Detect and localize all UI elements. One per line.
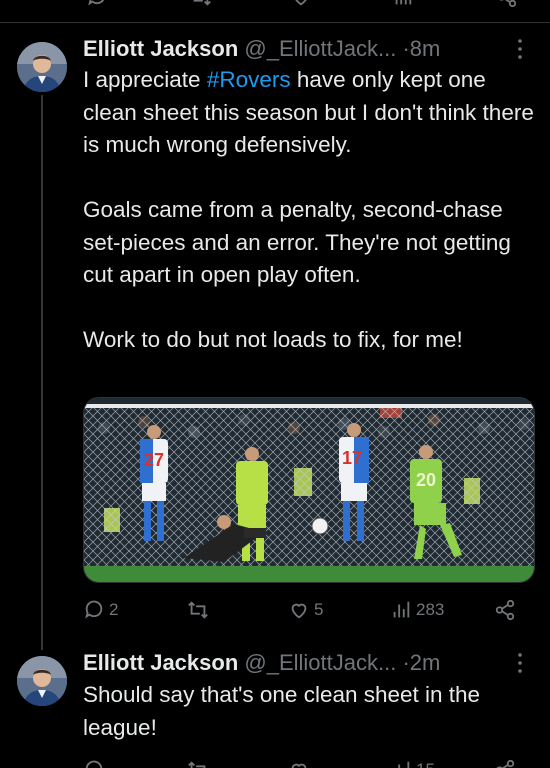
views-icon (398, 761, 410, 768)
separator-dot: · (402, 36, 410, 61)
share-button[interactable] (494, 758, 516, 768)
like-button[interactable] (288, 758, 314, 768)
more-options-icon[interactable] (510, 648, 530, 678)
retweet-icon (188, 601, 208, 619)
svg-text:17: 17 (342, 448, 362, 468)
share-icon[interactable] (496, 0, 518, 8)
hashtag-link[interactable]: #Rovers (207, 67, 291, 92)
like-button[interactable]: 5 (288, 598, 323, 622)
tweet-paragraph-1: I appreciate #Rovers have only kept one … (83, 67, 534, 157)
tweet-time[interactable]: 2m (410, 650, 441, 675)
reply-icon (85, 760, 103, 768)
author-name[interactable]: Elliott Jackson (83, 36, 238, 61)
share-icon (495, 599, 515, 621)
share-icon (496, 759, 515, 768)
separator-dot: · (402, 650, 410, 675)
retweet-icon[interactable] (190, 0, 212, 8)
author-name[interactable]: Elliott Jackson (83, 650, 238, 675)
svg-text:27: 27 (144, 450, 164, 470)
like-icon[interactable] (290, 0, 312, 8)
views-button[interactable]: 283 (390, 598, 444, 622)
retweet-icon (188, 761, 206, 768)
retweet-button[interactable] (187, 598, 213, 622)
tweet-actions: 15 (83, 758, 523, 768)
tweet-media-photo[interactable]: 27 17 20 (83, 397, 535, 583)
tweet-header: Elliott Jackson @_ElliottJack... ·8m (83, 34, 440, 64)
tweet-paragraph-3: Work to do but not loads to fix, for me! (83, 327, 463, 352)
reply-button[interactable]: 2 (83, 598, 118, 622)
views-icon[interactable] (392, 0, 414, 8)
tweet-text: Should say that's one clean sheet in the… (83, 679, 533, 744)
tweet-text: I appreciate #Rovers have only kept one … (83, 64, 538, 357)
share-button[interactable] (494, 598, 516, 622)
reply-count: 2 (109, 600, 119, 619)
like-icon (291, 603, 307, 619)
tweet-header: Elliott Jackson @_ElliottJack... ·2m (83, 648, 440, 678)
tweet-time[interactable]: 8m (410, 36, 441, 61)
views-count: 15 (416, 760, 435, 768)
author-handle[interactable]: @_ElliottJack... (244, 36, 396, 61)
avatar[interactable] (17, 42, 67, 92)
previous-tweet-actions (0, 0, 550, 8)
avatar[interactable] (17, 656, 67, 706)
retweet-button[interactable] (187, 758, 213, 768)
svg-text:20: 20 (416, 470, 436, 490)
views-button[interactable]: 15 (390, 758, 435, 768)
tweet-paragraph-1: Should say that's one clean sheet in the… (83, 682, 481, 740)
reply-icon (85, 600, 103, 619)
tweet-divider (0, 22, 550, 23)
reply-icon[interactable] (86, 0, 108, 8)
author-handle[interactable]: @_ElliottJack... (244, 650, 396, 675)
like-count: 5 (314, 600, 324, 619)
reply-button[interactable] (83, 758, 109, 768)
tweet-paragraph-2: Goals came from a penalty, second-chase … (83, 197, 511, 287)
views-count: 283 (416, 600, 445, 619)
tweet-actions: 2 5 283 (83, 598, 523, 622)
more-options-icon[interactable] (510, 34, 530, 64)
views-icon (393, 601, 410, 618)
thread-connector-line (41, 95, 43, 650)
like-icon (291, 763, 307, 768)
